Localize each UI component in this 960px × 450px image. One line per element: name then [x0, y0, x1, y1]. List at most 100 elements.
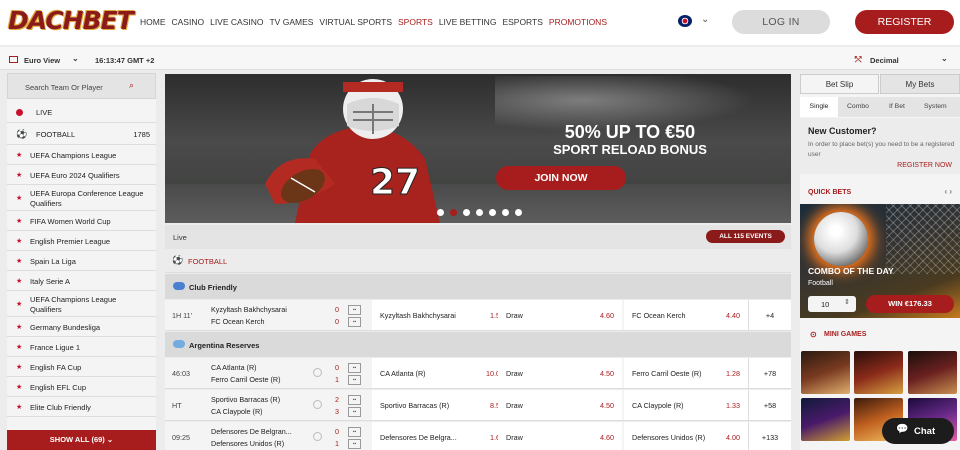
tab-bet-slip[interactable]: Bet Slip — [800, 74, 879, 94]
mini-game-tile[interactable] — [854, 351, 903, 394]
chevron-down-icon[interactable]: ⌄ — [941, 54, 948, 63]
nav-live-betting[interactable]: LIVE BETTING — [439, 17, 497, 27]
mini-game-tile[interactable] — [908, 351, 957, 394]
odds-format-selector[interactable]: Decimal — [870, 56, 899, 65]
register-now-link[interactable]: REGISTER NOW — [897, 162, 952, 169]
carousel-dot[interactable] — [450, 209, 457, 216]
stats-icon[interactable]: ▪▪ — [348, 305, 361, 315]
join-now-button[interactable]: JOIN NOW — [496, 166, 626, 190]
stats-icon[interactable]: ▪▪ — [348, 317, 361, 327]
tab-my-bets[interactable]: My Bets — [880, 74, 960, 94]
live-stream-icon[interactable] — [313, 400, 322, 409]
live-stream-icon[interactable] — [313, 368, 322, 377]
more-markets-button[interactable]: +58 — [748, 390, 791, 420]
nav-promotions[interactable]: PROMOTIONS — [549, 17, 607, 27]
sidebar-item-league[interactable]: ★ UEFA Europa Conference League Qualifier… — [7, 186, 156, 211]
chevron-down-icon[interactable]: ⌄ — [72, 54, 79, 63]
sidebar-item-football[interactable]: ⚽ FOOTBALL 1785 — [7, 124, 156, 145]
odds-button[interactable]: CA Atlanta (R) 10.00 — [372, 358, 512, 388]
carousel-dot[interactable] — [515, 209, 522, 216]
stats-icon[interactable]: ▪▪ — [348, 427, 361, 437]
carousel-arrows-icon[interactable]: ‹ › — [944, 187, 952, 196]
sidebar-item-live[interactable]: LIVE — [7, 102, 156, 123]
league-header[interactable]: Argentina Reserves — [165, 332, 791, 357]
odds-button[interactable]: Draw 4.50 — [498, 390, 622, 420]
sport-header[interactable]: ⚽ FOOTBALL — [165, 250, 791, 273]
match-row[interactable]: 46:03 CA Atlanta (R) Ferro Carril Oeste (R… — [165, 358, 791, 389]
live-stream-icon[interactable] — [313, 432, 322, 441]
sidebar-item-league[interactable]: ★ UEFA Euro 2024 Qualifiers — [7, 166, 156, 185]
login-button[interactable]: LOG IN — [732, 10, 830, 34]
match-row[interactable]: 09:25 Defensores De Belgran... Defensores … — [165, 422, 791, 450]
sidebar-item-league[interactable]: ★ English FA Cup — [7, 358, 156, 377]
stats-icon[interactable]: ▪▪ — [348, 407, 361, 417]
star-icon[interactable]: ★ — [16, 151, 22, 159]
star-icon[interactable]: ★ — [16, 257, 22, 265]
star-icon[interactable]: ★ — [16, 237, 22, 245]
chat-button[interactable]: 💬 Chat — [882, 418, 954, 444]
nav-live-casino[interactable]: LIVE CASINO — [210, 17, 263, 27]
star-icon[interactable]: ★ — [16, 300, 22, 308]
sidebar-item-league[interactable]: ★ Germany Bundesliga — [7, 318, 156, 337]
carousel-dot[interactable] — [489, 209, 496, 216]
odds-button[interactable]: Defensores Unidos (R) 4.00 — [624, 422, 748, 450]
search-icon[interactable]: ⌕ — [129, 80, 134, 91]
stats-icon[interactable]: ▪▪ — [348, 395, 361, 405]
star-icon[interactable]: ★ — [16, 363, 22, 371]
nav-casino[interactable]: CASINO — [172, 17, 205, 27]
league-header[interactable]: Club Friendly — [165, 274, 791, 299]
tab-if-bet[interactable]: If Bet — [889, 103, 905, 110]
tab-system[interactable]: System — [924, 103, 947, 110]
nav-home[interactable]: HOME — [140, 17, 166, 27]
search-input[interactable]: Search Team Or Player ⌕ — [7, 73, 156, 99]
carousel-dot[interactable] — [463, 209, 470, 216]
all-events-button[interactable]: ALL 115 EVENTS — [706, 230, 785, 243]
sidebar-item-league[interactable]: ★ FIFA Women World Cup — [7, 212, 156, 231]
tab-combo[interactable]: Combo — [847, 103, 869, 110]
sidebar-item-league[interactable]: ★ Italy Serie A — [7, 272, 156, 291]
star-icon[interactable]: ★ — [16, 403, 22, 411]
star-icon[interactable]: ★ — [16, 343, 22, 351]
star-icon[interactable]: ★ — [16, 383, 22, 391]
stake-select[interactable]: 10 ⇕ — [808, 296, 856, 312]
tab-single[interactable]: Single — [800, 97, 838, 117]
win-button[interactable]: WIN €176.33 — [866, 295, 954, 313]
odds-button[interactable]: Draw 4.60 — [498, 300, 622, 330]
show-all-button[interactable]: SHOW ALL (69) ⌄ — [7, 430, 156, 450]
carousel-dot[interactable] — [437, 209, 444, 216]
star-icon[interactable]: ★ — [16, 277, 22, 285]
sidebar-item-league[interactable]: ★ Spain La Liga — [7, 252, 156, 271]
sidebar-item-league[interactable]: ★ UEFA Champions League — [7, 146, 156, 165]
star-icon[interactable]: ★ — [16, 323, 22, 331]
stats-icon[interactable]: ▪▪ — [348, 439, 361, 449]
match-row[interactable]: 1H 11' Kyzyltash Bakhchysarai FC Ocean Ker… — [165, 300, 791, 331]
more-markets-button[interactable]: +133 — [748, 422, 791, 450]
odds-button[interactable]: Ferro Carril Oeste (R) 1.28 — [624, 358, 748, 388]
odds-button[interactable]: Kyzyltash Bakhchysarai 1.50 — [372, 300, 512, 330]
match-row[interactable]: HT Sportivo Barracas (R) CA Claypole (R) 2 3… — [165, 390, 791, 421]
uk-flag-icon[interactable] — [678, 15, 692, 27]
sidebar-item-league[interactable]: ★ UEFA Champions League Qualifiers — [7, 292, 156, 317]
sidebar-item-league[interactable]: ★ English EFL Cup — [7, 378, 156, 397]
carousel-dot[interactable] — [476, 209, 483, 216]
more-markets-button[interactable]: +78 — [748, 358, 791, 388]
star-icon[interactable]: ★ — [16, 217, 22, 225]
odds-button[interactable]: Draw 4.50 — [498, 358, 622, 388]
view-selector[interactable]: Euro View — [24, 56, 60, 65]
odds-button[interactable]: CA Claypole (R) 1.33 — [624, 390, 748, 420]
nav-esports[interactable]: ESPORTS — [502, 17, 542, 27]
sidebar-item-league[interactable]: ★ France Ligue 1 — [7, 338, 156, 357]
mini-game-tile[interactable] — [801, 398, 850, 441]
more-markets-button[interactable]: +4 — [748, 300, 791, 330]
odds-button[interactable]: Defensores De Belgra... 1.60 — [372, 422, 512, 450]
sidebar-item-league[interactable]: ★ English Premier League — [7, 232, 156, 251]
nav-sports[interactable]: SPORTS — [398, 17, 433, 27]
odds-button[interactable]: Draw 4.60 — [498, 422, 622, 450]
mini-game-tile[interactable] — [801, 351, 850, 394]
star-icon[interactable]: ★ — [16, 194, 22, 202]
stats-icon[interactable]: ▪▪ — [348, 375, 361, 385]
nav-virtual-sports[interactable]: VIRTUAL SPORTS — [319, 17, 392, 27]
nav-tv-games[interactable]: TV GAMES — [269, 17, 313, 27]
sidebar-item-league[interactable]: ★ Elite Club Friendly — [7, 398, 156, 417]
odds-button[interactable]: FC Ocean Kerch 4.40 — [624, 300, 748, 330]
